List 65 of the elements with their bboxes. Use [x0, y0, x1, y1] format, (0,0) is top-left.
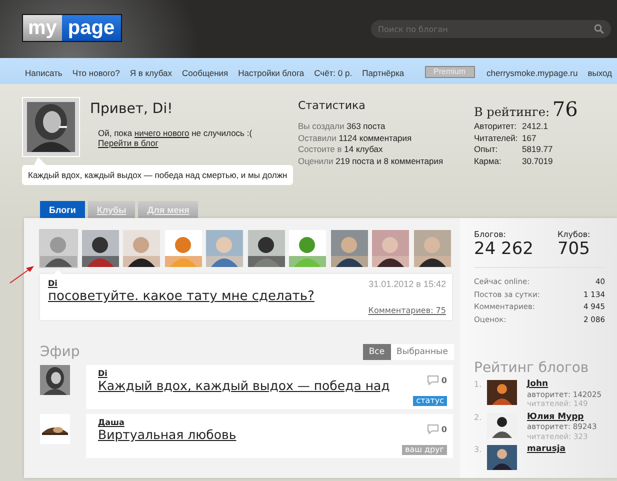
nav-link[interactable]: Написать — [25, 68, 62, 78]
rating-value: 76 — [552, 97, 578, 121]
rating-title: Рейтинг блогов — [474, 360, 590, 376]
tag-label: статус — [413, 396, 447, 406]
nav-link[interactable]: Настройки блога — [238, 68, 304, 78]
author-link[interactable]: Даша — [98, 418, 236, 427]
rating-number: 2412.1 — [522, 121, 548, 132]
rating-key: Читателей: — [474, 132, 522, 144]
rating-number: 167 — [522, 132, 536, 144]
tab[interactable]: Блоги — [40, 201, 85, 218]
rank-number: 3. — [474, 445, 483, 454]
comment-icon — [427, 424, 440, 434]
stat-value: 363 поста — [346, 121, 386, 131]
blog-link[interactable]: Перейти в блог — [98, 138, 158, 148]
comments-link[interactable]: Комментариев: 75 — [368, 306, 446, 315]
stat-value: 219 поста и 8 комментария — [336, 156, 444, 166]
stat-label: Оценили — [298, 156, 334, 166]
nav-link[interactable]: Партнёрка — [362, 68, 404, 78]
greeting: Привет, Di! — [90, 101, 174, 117]
nav-link[interactable]: Счёт: 0 р. — [314, 68, 352, 78]
search-icon[interactable] — [594, 24, 604, 34]
stats-title: Статистика — [298, 99, 366, 112]
user-link[interactable]: cherrysmoke.mypage.ru — [486, 68, 578, 78]
rating-number: 5819.77 — [522, 144, 553, 156]
stat-label: Вы создали — [298, 121, 344, 131]
logout-link[interactable]: выход — [588, 68, 612, 78]
post-title-link[interactable]: посоветуйте. какое тату мне сделать? — [48, 289, 314, 304]
news-link[interactable]: ничего нового — [134, 128, 190, 138]
post-date: 31.01.2012 в 15:42 — [368, 279, 446, 289]
rating-key: Опыт: — [474, 144, 522, 156]
tag-label: ваш друг — [402, 445, 447, 455]
summary-value: 24 262 — [474, 239, 534, 259]
comment-count: 0 — [441, 424, 447, 434]
stat-value: 1124 комментария — [338, 132, 412, 142]
filter-tab[interactable]: Все — [362, 344, 391, 360]
stat-value: 14 клубах — [344, 144, 383, 154]
nav-link[interactable]: Что нового? — [72, 68, 120, 78]
feed-title-link[interactable]: Виртуальная любовь — [98, 427, 236, 442]
nav-link[interactable]: Сообщения — [182, 68, 228, 78]
rating-key: Карма: — [474, 156, 522, 167]
rank-number: 1. — [474, 380, 483, 389]
summary-label: Блогов: — [474, 230, 508, 239]
blog-name-link[interactable]: John — [527, 380, 602, 390]
author-link[interactable]: Di — [98, 369, 390, 378]
feed-title-link[interactable]: Каждый вдох, каждый выдох — победа над — [98, 378, 390, 393]
rating-label: В рейтинге: — [474, 105, 550, 119]
blog-name-link[interactable]: marusja — [527, 445, 566, 454]
rank-number: 2. — [474, 412, 483, 422]
summary-label: Клубов: — [557, 230, 590, 239]
stat-label: Оставили — [298, 132, 336, 142]
feed-title: Эфир — [40, 344, 80, 360]
nav-link[interactable]: Я в клубах — [130, 68, 172, 78]
blog-name-link[interactable]: Юлия Мурр — [527, 412, 597, 422]
author-link[interactable]: Di — [48, 279, 58, 289]
status-text: Каждый вдох, каждый выдох — победа над смертью, и мы должн — [28, 170, 288, 180]
rating-number: 30.7019 — [522, 156, 553, 167]
comment-icon — [427, 375, 440, 385]
rating-key: Авторитет: — [474, 121, 522, 132]
summary-value: 705 — [557, 239, 590, 259]
message-text: Ой, пока ничего нового не случилось :( — [98, 128, 252, 138]
comment-count: 0 — [441, 376, 447, 384]
annotation-arrow — [9, 264, 35, 284]
stat-label: Состоите в — [298, 144, 342, 154]
logo-right: page — [62, 15, 121, 41]
logo-left: my — [23, 15, 62, 41]
